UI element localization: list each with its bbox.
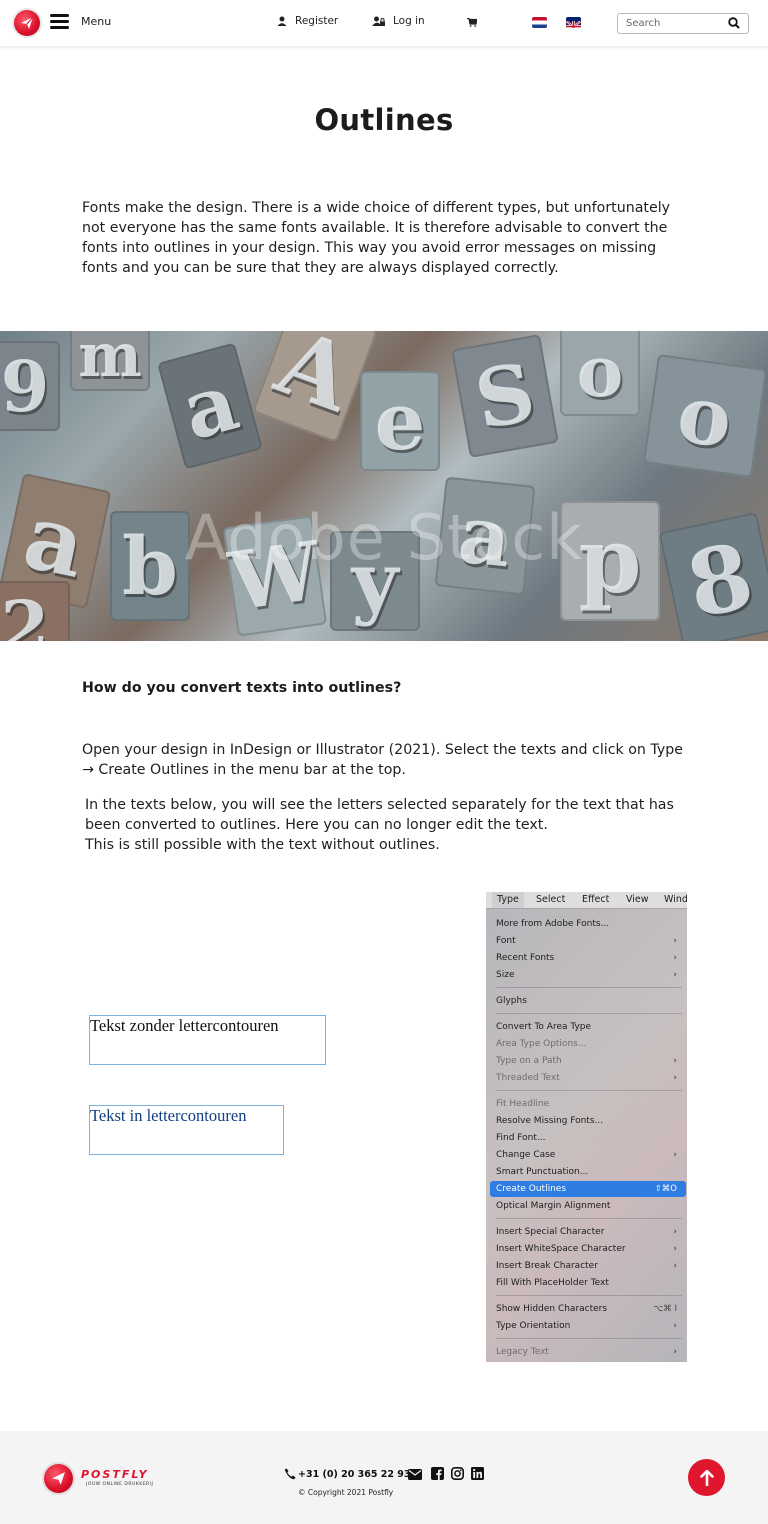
- menu-item: Fit Headline: [496, 1099, 550, 1109]
- menu-item: Insert Break Character: [496, 1261, 598, 1271]
- shopping-cart-icon: [467, 18, 477, 27]
- menubar-effect: Effect: [582, 894, 610, 905]
- menu-separator: [496, 1090, 682, 1091]
- user-icon: [277, 16, 287, 26]
- dutch-flag-icon[interactable]: [532, 17, 547, 28]
- uk-flag-icon[interactable]: [566, 17, 581, 28]
- menu-shortcut: ⇧⌘O: [654, 1184, 677, 1194]
- menu-item: Threaded Text: [496, 1073, 560, 1083]
- text-without-outlines-sample: Tekst zonder lettercontouren: [89, 1015, 326, 1065]
- sample-text-without-outlines: Tekst zonder lettercontouren: [90, 1016, 279, 1035]
- submenu-chevron-icon: ›: [673, 1150, 677, 1160]
- postfly-logo-icon[interactable]: [44, 1464, 73, 1493]
- register-link[interactable]: Register: [277, 15, 338, 27]
- intro-text: Fonts make the design. There is a wide c…: [82, 200, 671, 276]
- linkedin-icon[interactable]: [471, 1467, 484, 1480]
- menu-shortcut: ⌥⌘ I: [653, 1304, 677, 1314]
- menu-separator: [496, 1013, 682, 1014]
- phone-number: +31 (0) 20 365 22 93: [298, 1468, 411, 1480]
- menu-separator: [496, 1295, 682, 1296]
- menu-item: Optical Margin Alignment: [496, 1201, 611, 1211]
- menu-item: Type Orientation: [496, 1321, 571, 1331]
- menu-item: Resolve Missing Fonts...: [496, 1116, 604, 1126]
- menu-item: Insert Special Character: [496, 1227, 605, 1237]
- menu-item: Insert WhiteSpace Character: [496, 1244, 626, 1254]
- scroll-to-top-button[interactable]: [688, 1459, 725, 1496]
- hamburger-icon: [50, 14, 69, 29]
- cart-button[interactable]: [467, 18, 477, 27]
- menu-item: Smart Punctuation...: [496, 1167, 589, 1177]
- submenu-chevron-icon: ›: [673, 936, 677, 946]
- page-title: Outlines: [314, 103, 454, 137]
- phone-link[interactable]: +31 (0) 20 365 22 93: [284, 1468, 411, 1480]
- submenu-chevron-icon: ›: [673, 1227, 677, 1237]
- submenu-chevron-icon: ›: [673, 970, 677, 980]
- facebook-icon[interactable]: [431, 1467, 444, 1480]
- footer-tagline: JOUW ONLINE DRUKKERIJ: [86, 1482, 154, 1487]
- search-icon[interactable]: [728, 17, 740, 29]
- menubar-window: Wind: [664, 894, 687, 905]
- instruction-text: Open your design in InDesign or Illustra…: [82, 742, 683, 778]
- phone-icon: [284, 1468, 296, 1480]
- search-input[interactable]: [626, 16, 726, 31]
- explanation-text: In the texts below, you will see the let…: [85, 797, 674, 853]
- submenu-chevron-icon: ›: [673, 1347, 677, 1357]
- submenu-chevron-icon: ›: [673, 953, 677, 963]
- site-footer: POSTFLY JOUW ONLINE DRUKKERIJ +31 (0) 20…: [0, 1431, 768, 1524]
- submenu-chevron-icon: ›: [673, 1261, 677, 1271]
- submenu-chevron-icon: ›: [673, 1073, 677, 1083]
- text-with-outlines-sample: Tekst in lettercontouren: [89, 1105, 284, 1155]
- menu-item: Convert To Area Type: [496, 1022, 592, 1032]
- menu-separator: [496, 1218, 682, 1219]
- menu-item: Find Font...: [496, 1133, 546, 1143]
- site-header: Menu Register Log in: [0, 0, 768, 46]
- envelope-icon[interactable]: [408, 1469, 422, 1480]
- user-lock-icon: [372, 16, 385, 26]
- submenu-chevron-icon: ›: [673, 1056, 677, 1066]
- menu-item: Size: [496, 970, 515, 980]
- submenu-chevron-icon: ›: [673, 1244, 677, 1254]
- submenu-chevron-icon: ›: [673, 1321, 677, 1331]
- menu-item: Legacy Text: [496, 1347, 549, 1357]
- menu-item: Type on a Path: [496, 1056, 562, 1066]
- menu-item: More from Adobe Fonts...: [496, 919, 610, 929]
- menu-item: Recent Fonts: [496, 953, 555, 963]
- menubar-view: View: [626, 894, 649, 905]
- postfly-logo-icon[interactable]: [14, 10, 40, 36]
- instagram-icon[interactable]: [451, 1467, 464, 1480]
- menu-item: Change Case: [496, 1150, 556, 1160]
- menu-item: Font: [496, 936, 516, 946]
- footer-brand: POSTFLY: [81, 1468, 149, 1481]
- app-menubar: Type Select Effect View Wind: [486, 892, 687, 909]
- menu-item: Create Outlines: [496, 1184, 567, 1194]
- menu-label: Menu: [81, 15, 112, 28]
- register-label: Register: [295, 15, 339, 27]
- section-heading: How do you convert texts into outlines?: [82, 680, 402, 696]
- illustrator-type-menu-screenshot: Type Select Effect View Wind More from A…: [486, 892, 687, 1362]
- menu-button[interactable]: Menu: [50, 14, 111, 29]
- menu-item: Show Hidden Characters: [496, 1304, 608, 1314]
- login-link[interactable]: Log in: [372, 15, 425, 27]
- adobe-stock-watermark: Adobe Stock: [184, 501, 584, 574]
- menu-separator: [496, 987, 682, 988]
- menu-item: Glyphs: [496, 996, 527, 1006]
- arrow-up-icon: [699, 1469, 714, 1486]
- menu-item: Fill With PlaceHolder Text: [496, 1278, 609, 1288]
- menu-item: Area Type Options...: [496, 1039, 587, 1049]
- search-box: [617, 13, 749, 34]
- hero-image-letterpress: 9 m a A e S o o a b W y a p 8 2 Adobe St…: [0, 331, 768, 641]
- login-label: Log in: [393, 15, 425, 27]
- menu-separator: [496, 1338, 682, 1339]
- copyright-text: © Copyright 2021 Postfly: [298, 1488, 394, 1497]
- menubar-type: Type: [492, 892, 524, 908]
- menubar-select: Select: [536, 894, 566, 905]
- sample-text-with-outlines: Tekst in lettercontouren: [90, 1106, 247, 1125]
